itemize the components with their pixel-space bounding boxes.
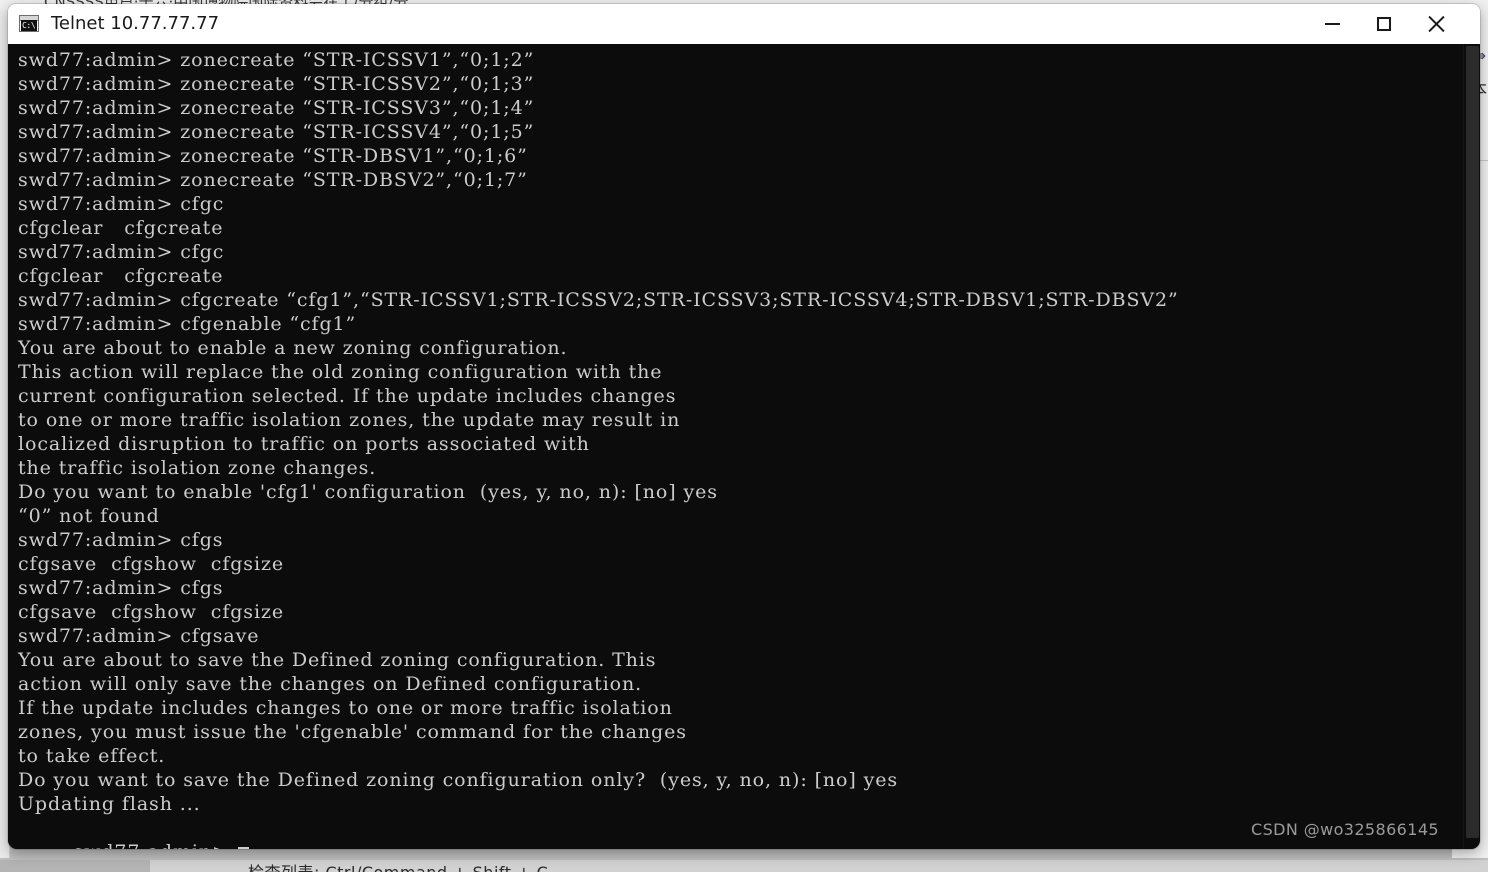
terminal-line: cfgsave cfgshow cfgsize [18,553,284,575]
terminal-line: swd77:admin> cfgc [18,241,225,263]
terminal-line: localized disruption to traffic on ports… [18,433,590,455]
background-window-statusbar: 检查列表: Ctrl/Command + Shift + C [0,858,1488,872]
terminal-line: cfgsave cfgshow cfgsize [18,601,284,623]
terminal-line: the traffic isolation zone changes. [18,457,377,479]
terminal-line: swd77:admin> cfgs [18,577,224,599]
terminal-line: Do you want to enable 'cfg1' configurati… [18,481,718,503]
minimize-icon [1324,22,1340,25]
terminal-line-list: swd77:admin> zonecreate “STR-ICSSV1”,“0;… [8,48,1463,816]
telnet-window: C:\. Telnet 10.77.77.77 swd77:admin> zon… [8,4,1480,849]
terminal-line: “0” not found [18,505,160,527]
terminal-line: swd77:admin> zonecreate “STR-ICSSV3”,“0;… [18,97,535,119]
terminal-line: If the update includes changes to one or… [18,697,673,719]
window-title: Telnet 10.77.77.77 [51,13,220,34]
cmd-console-icon: C:\. [19,15,40,32]
background-statusbar-accent [0,860,150,872]
terminal-output[interactable]: swd77:admin> zonecreate “STR-ICSSV1”,“0;… [8,44,1463,849]
terminal-line: cfgclear cfgcreate [18,265,224,287]
terminal-line: swd77:admin> cfgcreate “cfg1”,“STR-ICSSV… [18,289,1179,311]
terminal-prompt-text: swd77:admin> [74,841,229,849]
terminal-line: cfgclear cfgcreate [18,217,224,239]
terminal-line: swd77:admin> cfgsave [18,625,260,647]
terminal-line: swd77:admin> zonecreate “STR-DBSV1”,“0;1… [18,145,528,167]
terminal-scrollbar-thumb[interactable] [1466,46,1479,838]
close-button[interactable] [1410,4,1462,44]
terminal-prompt-line: swd77:admin> [8,816,1463,849]
terminal-line: Do you want to save the Defined zoning c… [18,769,899,791]
terminal-line: swd77:admin> zonecreate “STR-DBSV2”,“0;1… [18,169,528,191]
terminal-line: action will only save the changes on Def… [18,673,643,695]
close-icon [1427,15,1445,33]
terminal-line: swd77:admin> zonecreate “STR-ICSSV1”,“0;… [18,49,535,71]
window-titlebar[interactable]: C:\. Telnet 10.77.77.77 [8,4,1480,44]
terminal-line: This action will replace the old zoning … [18,361,663,383]
cmd-console-icon-text: C:\. [21,20,40,31]
terminal-area: swd77:admin> zonecreate “STR-ICSSV1”,“0;… [8,44,1480,849]
terminal-line: You are about to enable a new zoning con… [18,337,568,359]
terminal-line: to take effect. [18,745,166,767]
terminal-line: Updating flash ... [18,793,201,815]
terminal-line: swd77:admin> cfgenable “cfg1” [18,313,357,335]
terminal-line: swd77:admin> cfgs [18,529,224,551]
terminal-line: zones, you must issue the 'cfgenable' co… [18,721,687,743]
terminal-cursor [237,847,249,849]
terminal-line: You are about to save the Defined zoning… [18,649,657,671]
maximize-icon [1377,16,1391,31]
terminal-line: current configuration selected. If the u… [18,385,677,407]
maximize-button[interactable] [1358,4,1410,44]
minimize-button[interactable] [1306,4,1358,44]
terminal-line: swd77:admin> cfgc [18,193,225,215]
terminal-scrollbar[interactable] [1463,44,1480,849]
window-controls [1306,4,1480,44]
background-statusbar-text: 检查列表: Ctrl/Command + Shift + C [248,859,548,872]
terminal-line: to one or more traffic isolation zones, … [18,409,681,431]
terminal-line: swd77:admin> zonecreate “STR-ICSSV4”,“0;… [18,121,535,143]
terminal-line: swd77:admin> zonecreate “STR-ICSSV2”,“0;… [18,73,535,95]
background-statusbar-inner [0,860,1488,872]
